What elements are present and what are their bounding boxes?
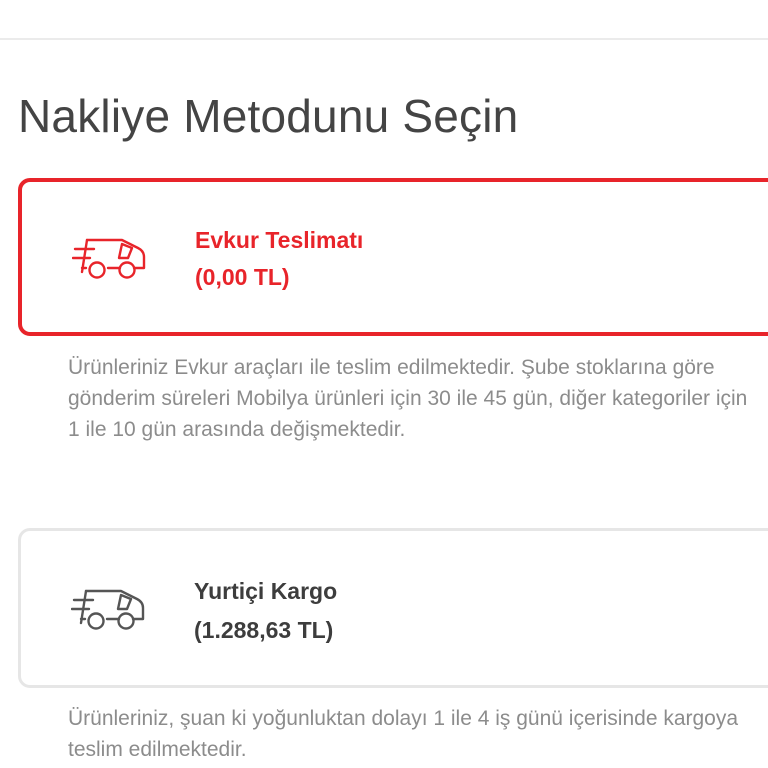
shipping-option-price: (0,00 TL) [195, 264, 290, 290]
page-title: Nakliye Metodunu Seçin [18, 90, 519, 142]
shipping-option-evkur[interactable]: Evkur Teslimatı (0,00 TL) [18, 178, 768, 336]
shipping-option-yurtici[interactable]: Yurtiçi Kargo (1.288,63 TL) [18, 528, 768, 688]
shipping-option-description: Ürünleriniz, şuan ki yoğunluktan dolayı … [68, 707, 739, 761]
shipping-option-description: Ürünleriniz Evkur araçları ile teslim ed… [68, 356, 748, 441]
shipping-option-name: Evkur Teslimatı [195, 227, 364, 253]
delivery-truck-icon [72, 238, 146, 279]
shipping-method-page: Nakliye Metodunu Seçin Evkur Teslimatı (… [0, 0, 768, 768]
delivery-truck-icon [71, 589, 145, 630]
shipping-option-name: Yurtiçi Kargo [194, 578, 338, 604]
header-divider [0, 38, 768, 40]
shipping-option-price: (1.288,63 TL) [194, 617, 334, 643]
